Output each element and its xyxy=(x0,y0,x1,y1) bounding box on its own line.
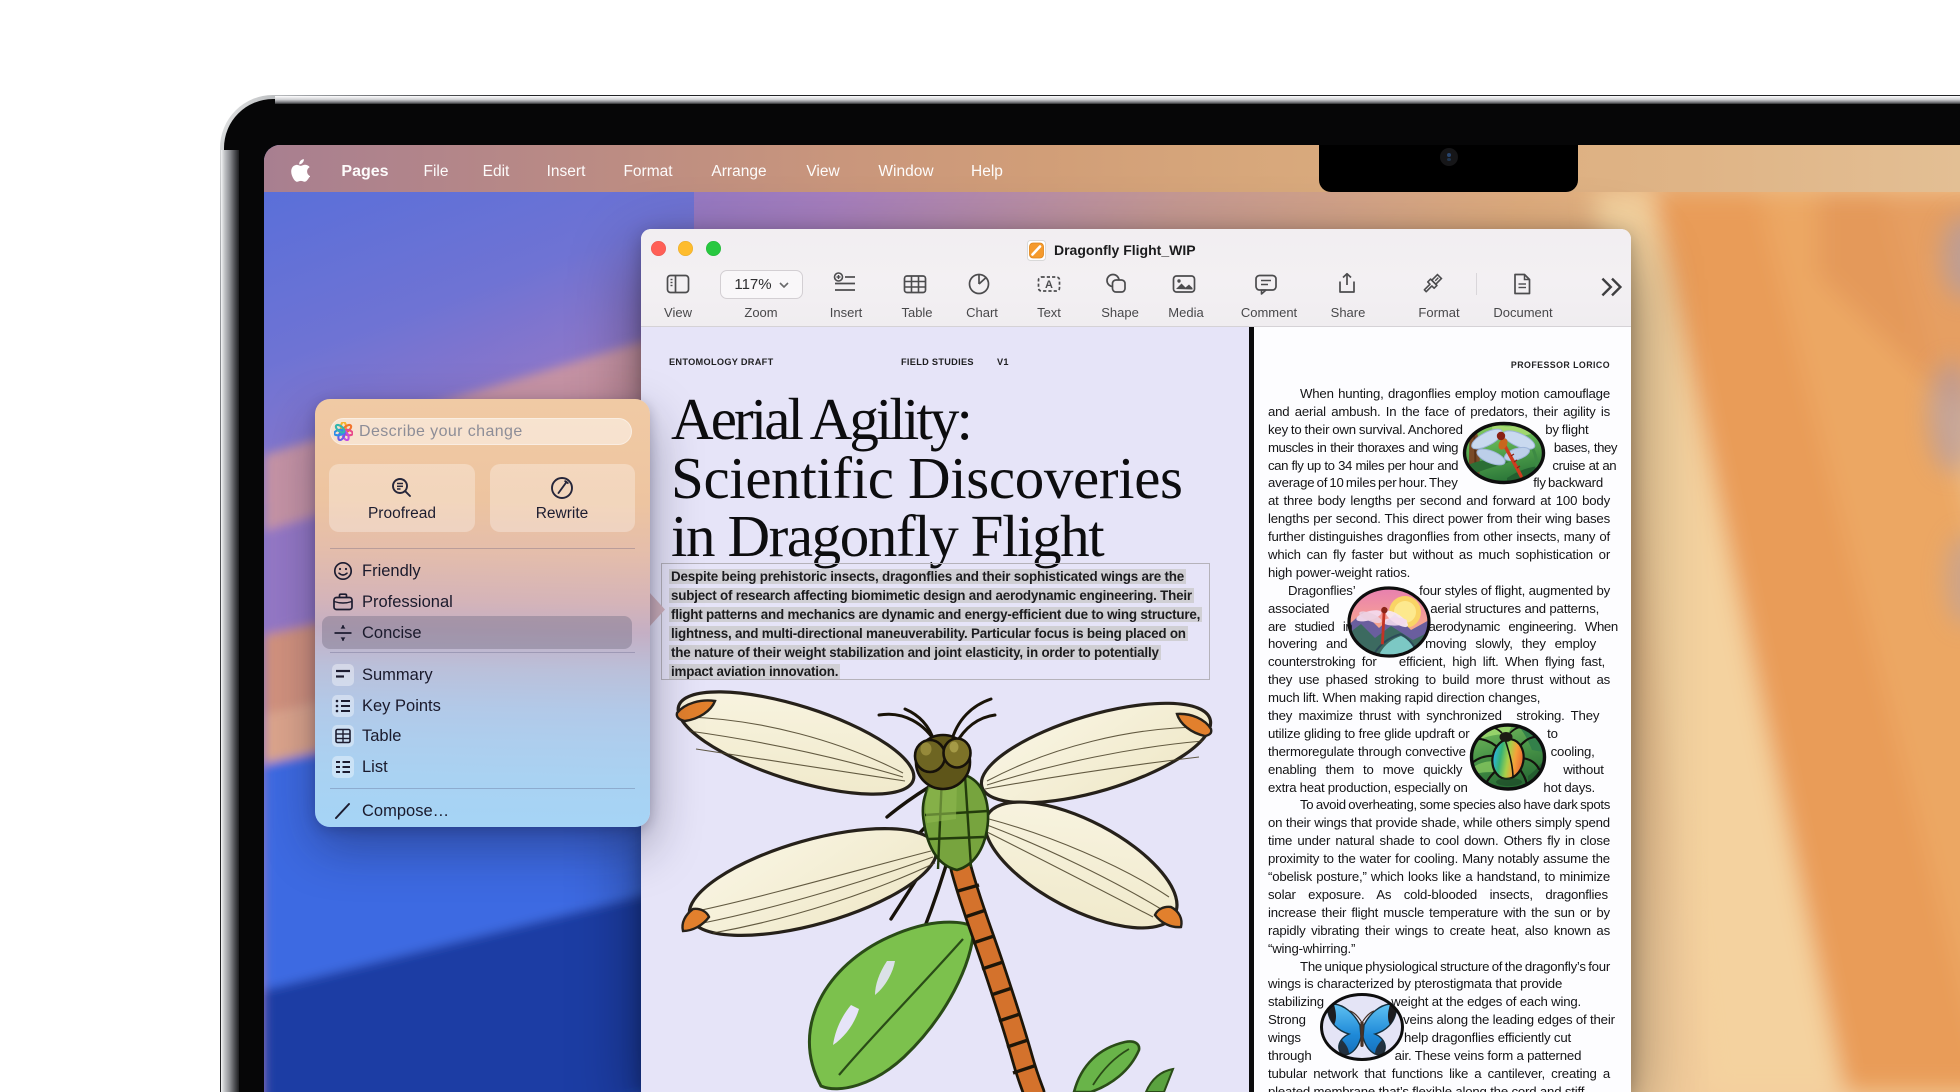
svg-text:A: A xyxy=(1045,279,1053,291)
